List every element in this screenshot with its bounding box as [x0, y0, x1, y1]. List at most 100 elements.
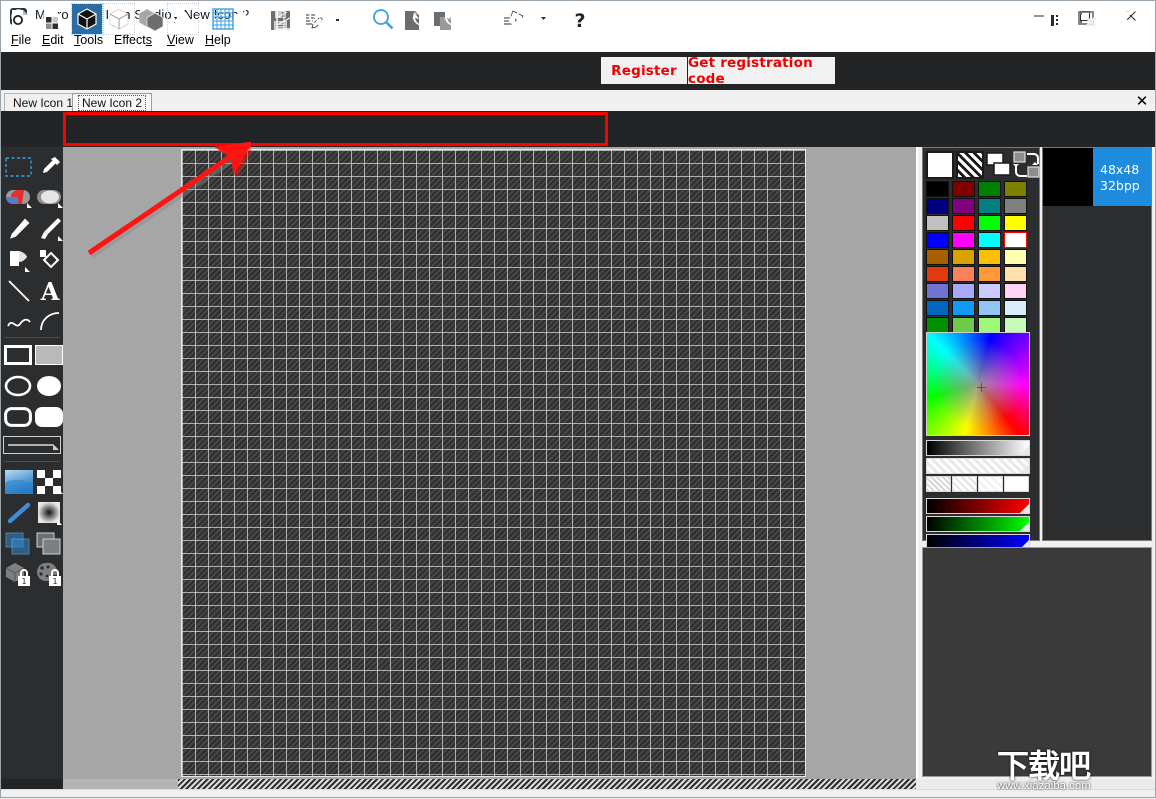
flip-vertical-icon[interactable]	[501, 4, 531, 34]
color-swatch[interactable]	[1004, 232, 1027, 248]
transparent-color-swatch[interactable]	[956, 151, 984, 179]
color-swatch[interactable]	[952, 215, 975, 231]
color-swatch[interactable]	[1004, 266, 1027, 282]
water-drop-icon[interactable]	[167, 3, 199, 35]
scrollbar-thumb[interactable]	[63, 779, 178, 789]
text-a-icon[interactable]: A	[35, 276, 64, 305]
color-swatch[interactable]	[1004, 283, 1027, 299]
grayscale-knob[interactable]	[1020, 446, 1029, 455]
red-slider[interactable]	[926, 498, 1030, 514]
rotate-right-icon[interactable]	[437, 4, 467, 34]
color-swatch[interactable]	[1004, 181, 1027, 197]
layers-stack-icon[interactable]	[1106, 4, 1136, 34]
line-icon[interactable]	[4, 276, 33, 305]
ellipse-outline-icon[interactable]	[2, 371, 33, 400]
color-swatch[interactable]	[952, 249, 975, 265]
color-swatch[interactable]	[926, 249, 949, 265]
color-swatch[interactable]	[978, 198, 1001, 214]
horizontal-scrollbar[interactable]	[1, 779, 1155, 789]
green-slider-knob[interactable]	[1020, 522, 1029, 531]
close-document-icon[interactable]: ✕	[1133, 92, 1151, 110]
color-swatch[interactable]	[926, 215, 949, 231]
swap-colors-icon[interactable]	[1013, 151, 1041, 179]
cube-blue-icon[interactable]	[71, 3, 103, 35]
soft-line-icon[interactable]	[4, 498, 33, 527]
color-wheel[interactable]	[926, 332, 1030, 436]
ellipse-filled-icon[interactable]	[33, 371, 64, 400]
color-swatch[interactable]	[926, 317, 949, 333]
green-slider[interactable]	[926, 516, 1030, 532]
cube-double-icon[interactable]	[136, 4, 166, 34]
roundrect-filled-icon[interactable]	[33, 402, 64, 431]
color-swatch[interactable]	[926, 266, 949, 282]
icon-canvas[interactable]	[181, 149, 806, 777]
color-swatch[interactable]	[952, 266, 975, 282]
color-swatch[interactable]	[978, 232, 1001, 248]
page-tiles-icon[interactable]	[37, 5, 67, 35]
color-swatch[interactable]	[1004, 300, 1027, 316]
grid-coarse-icon[interactable]	[240, 4, 270, 34]
color-swatch[interactable]	[926, 300, 949, 316]
grid-diagonal-icon[interactable]	[272, 4, 302, 34]
rect-filled-icon[interactable]	[33, 340, 64, 369]
color-swatch[interactable]	[952, 232, 975, 248]
paint-bucket-icon[interactable]	[4, 245, 33, 274]
checker-icon[interactable]	[35, 467, 64, 496]
magnifier-minus-icon[interactable]	[336, 4, 366, 34]
eraser-gray-icon[interactable]	[35, 183, 64, 212]
eyedropper-icon[interactable]	[35, 152, 64, 181]
color-swatch[interactable]	[978, 300, 1001, 316]
color-swatch[interactable]	[952, 283, 975, 299]
menu-effects[interactable]: Effects	[112, 33, 154, 50]
color-swatch[interactable]	[926, 232, 949, 248]
color-swatch[interactable]	[1004, 249, 1027, 265]
filmstrip-x-icon[interactable]	[1073, 4, 1103, 34]
menu-view[interactable]: View	[165, 33, 196, 50]
magnifier-plus-icon[interactable]	[304, 4, 334, 34]
alpha-step-50[interactable]	[952, 476, 977, 492]
shadow-square-icon[interactable]	[35, 498, 64, 527]
color-swatch[interactable]	[952, 300, 975, 316]
alpha-step-100[interactable]	[1004, 476, 1029, 492]
cube-white-icon[interactable]	[103, 3, 135, 35]
color-swatch[interactable]	[978, 317, 1001, 333]
marquee-icon[interactable]	[4, 152, 33, 181]
color-swatch[interactable]	[926, 283, 949, 299]
layer-list-panel[interactable]	[922, 547, 1152, 777]
color-swatch[interactable]	[926, 198, 949, 214]
cube-lock-icon[interactable]: 1	[4, 560, 33, 589]
color-swatch[interactable]	[952, 181, 975, 197]
page-star-icon[interactable]	[5, 5, 35, 35]
eraser-color-icon[interactable]	[4, 183, 33, 212]
rect-outline-icon[interactable]	[2, 340, 33, 369]
menu-tools[interactable]: Tools	[72, 33, 105, 50]
get-registration-code-button[interactable]: Get registration code	[688, 55, 835, 87]
color-swatch[interactable]	[978, 283, 1001, 299]
filmstrip-page-icon[interactable]	[1041, 4, 1071, 34]
color-swatch[interactable]	[978, 215, 1001, 231]
menu-file[interactable]: File	[9, 33, 33, 50]
paintbrush-icon[interactable]	[35, 214, 64, 243]
gradient-icon[interactable]	[4, 467, 33, 496]
move-diamond-icon[interactable]	[555, 4, 581, 34]
color-swatch[interactable]	[1004, 198, 1027, 214]
color-swatch[interactable]	[978, 181, 1001, 197]
color-swatch[interactable]	[926, 181, 949, 197]
grid-fine-icon[interactable]	[208, 4, 238, 34]
color-swatch[interactable]	[1004, 215, 1027, 231]
menu-edit[interactable]: Edit	[40, 33, 66, 50]
background-color-swatch[interactable]	[985, 151, 1013, 179]
red-slider-knob[interactable]	[1020, 504, 1029, 513]
color-swatch[interactable]	[952, 198, 975, 214]
alpha-step-25[interactable]	[926, 476, 951, 492]
grayscale-ramp[interactable]	[926, 440, 1030, 456]
magnifier-auto-icon[interactable]: A	[368, 4, 398, 34]
color-swatch[interactable]	[978, 266, 1001, 282]
spray-diamond-icon[interactable]	[35, 245, 64, 274]
register-button[interactable]: Register	[601, 57, 687, 84]
canvas-viewport[interactable]	[63, 147, 916, 779]
roundrect-outline-icon[interactable]	[2, 402, 33, 431]
rotate-left-icon[interactable]	[405, 4, 435, 34]
color-swatch[interactable]	[952, 317, 975, 333]
blue-layers-icon[interactable]	[4, 529, 33, 558]
